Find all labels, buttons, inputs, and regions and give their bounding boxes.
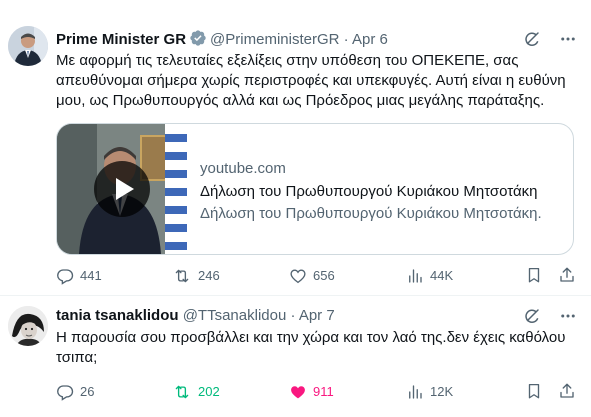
share-icon <box>558 266 576 284</box>
tweet-header: Prime Minister GR @PrimeministerGR · Apr … <box>56 29 388 53</box>
tweet-tsanaklidou[interactable]: tania tsanaklidou @TTsanaklidou · Apr 7 … <box>0 296 591 417</box>
tweet-date[interactable]: Apr 6 <box>352 31 388 48</box>
tweet-header: tania tsanaklidou @TTsanaklidou · Apr 7 <box>56 306 335 326</box>
verified-badge-icon <box>189 29 207 53</box>
tweet-primeminister[interactable]: Prime Minister GR @PrimeministerGR · Apr … <box>0 0 591 295</box>
avatar-primeminister[interactable] <box>8 26 48 66</box>
like-count: 656 <box>313 268 335 283</box>
action-bar: 26 202 911 12K <box>56 382 576 402</box>
author-name[interactable]: tania tsanaklidou <box>56 307 179 324</box>
views-button[interactable]: 44K <box>406 266 453 286</box>
repost-icon <box>172 267 192 285</box>
repost-button[interactable]: 246 <box>172 266 220 286</box>
video-thumbnail[interactable] <box>57 124 187 254</box>
author-name[interactable]: Prime Minister GR <box>56 31 186 48</box>
like-button[interactable]: 911 <box>289 382 334 402</box>
author-handle[interactable]: @TTsanaklidou <box>183 307 287 324</box>
repost-icon <box>172 383 192 401</box>
views-icon <box>406 267 424 285</box>
bookmark-button[interactable] <box>525 266 543 284</box>
author-handle[interactable]: @PrimeministerGR <box>210 31 339 48</box>
grok-icon[interactable] <box>523 30 541 53</box>
play-icon[interactable] <box>94 161 150 217</box>
grok-icon[interactable] <box>523 307 541 330</box>
tweet-text: Με αφορμή τις τελευταίες εξελίξεις στην … <box>56 52 566 109</box>
views-button[interactable]: 12K <box>406 382 453 402</box>
dot-separator: · <box>290 307 296 324</box>
reply-icon <box>56 383 74 401</box>
bookmark-button[interactable] <box>525 382 543 400</box>
action-bar: 441 246 656 44K <box>56 266 576 286</box>
reply-count: 26 <box>80 384 95 399</box>
card-title: Δήλωση του Πρωθυπουργού Κυριάκου Μητσοτά… <box>200 183 538 200</box>
more-icon[interactable] <box>559 307 577 330</box>
bookmark-icon <box>525 266 543 284</box>
tweet-date[interactable]: Apr 7 <box>299 307 335 324</box>
like-button[interactable]: 656 <box>289 266 335 286</box>
card-description: Δήλωση του Πρωθυπουργού Κυριάκου Μητσοτά… <box>200 205 542 222</box>
like-icon <box>289 267 307 285</box>
share-icon <box>558 382 576 400</box>
repost-button[interactable]: 202 <box>172 382 220 402</box>
views-count: 12K <box>430 384 454 399</box>
like-count: 911 <box>313 384 334 399</box>
reply-button[interactable]: 441 <box>56 266 102 286</box>
bookmark-icon <box>525 382 543 400</box>
views-count: 44K <box>430 268 454 283</box>
more-icon[interactable] <box>559 30 577 53</box>
dot-separator: · <box>343 31 349 48</box>
share-button[interactable] <box>558 266 576 284</box>
like-icon <box>289 383 307 401</box>
card-domain: youtube.com <box>200 160 286 177</box>
reply-button[interactable]: 26 <box>56 382 94 402</box>
views-icon <box>406 383 424 401</box>
link-card[interactable]: youtube.com Δήλωση του Πρωθυπουργού Κυρι… <box>56 123 574 255</box>
repost-count: 246 <box>198 268 220 283</box>
repost-count: 202 <box>198 384 220 399</box>
reply-icon <box>56 267 74 285</box>
tweet-text: Η παρουσία σου προσβάλλει και την χώρα κ… <box>56 329 566 366</box>
avatar-tsanaklidou[interactable] <box>8 306 48 346</box>
share-button[interactable] <box>558 382 576 400</box>
reply-count: 441 <box>80 268 102 283</box>
